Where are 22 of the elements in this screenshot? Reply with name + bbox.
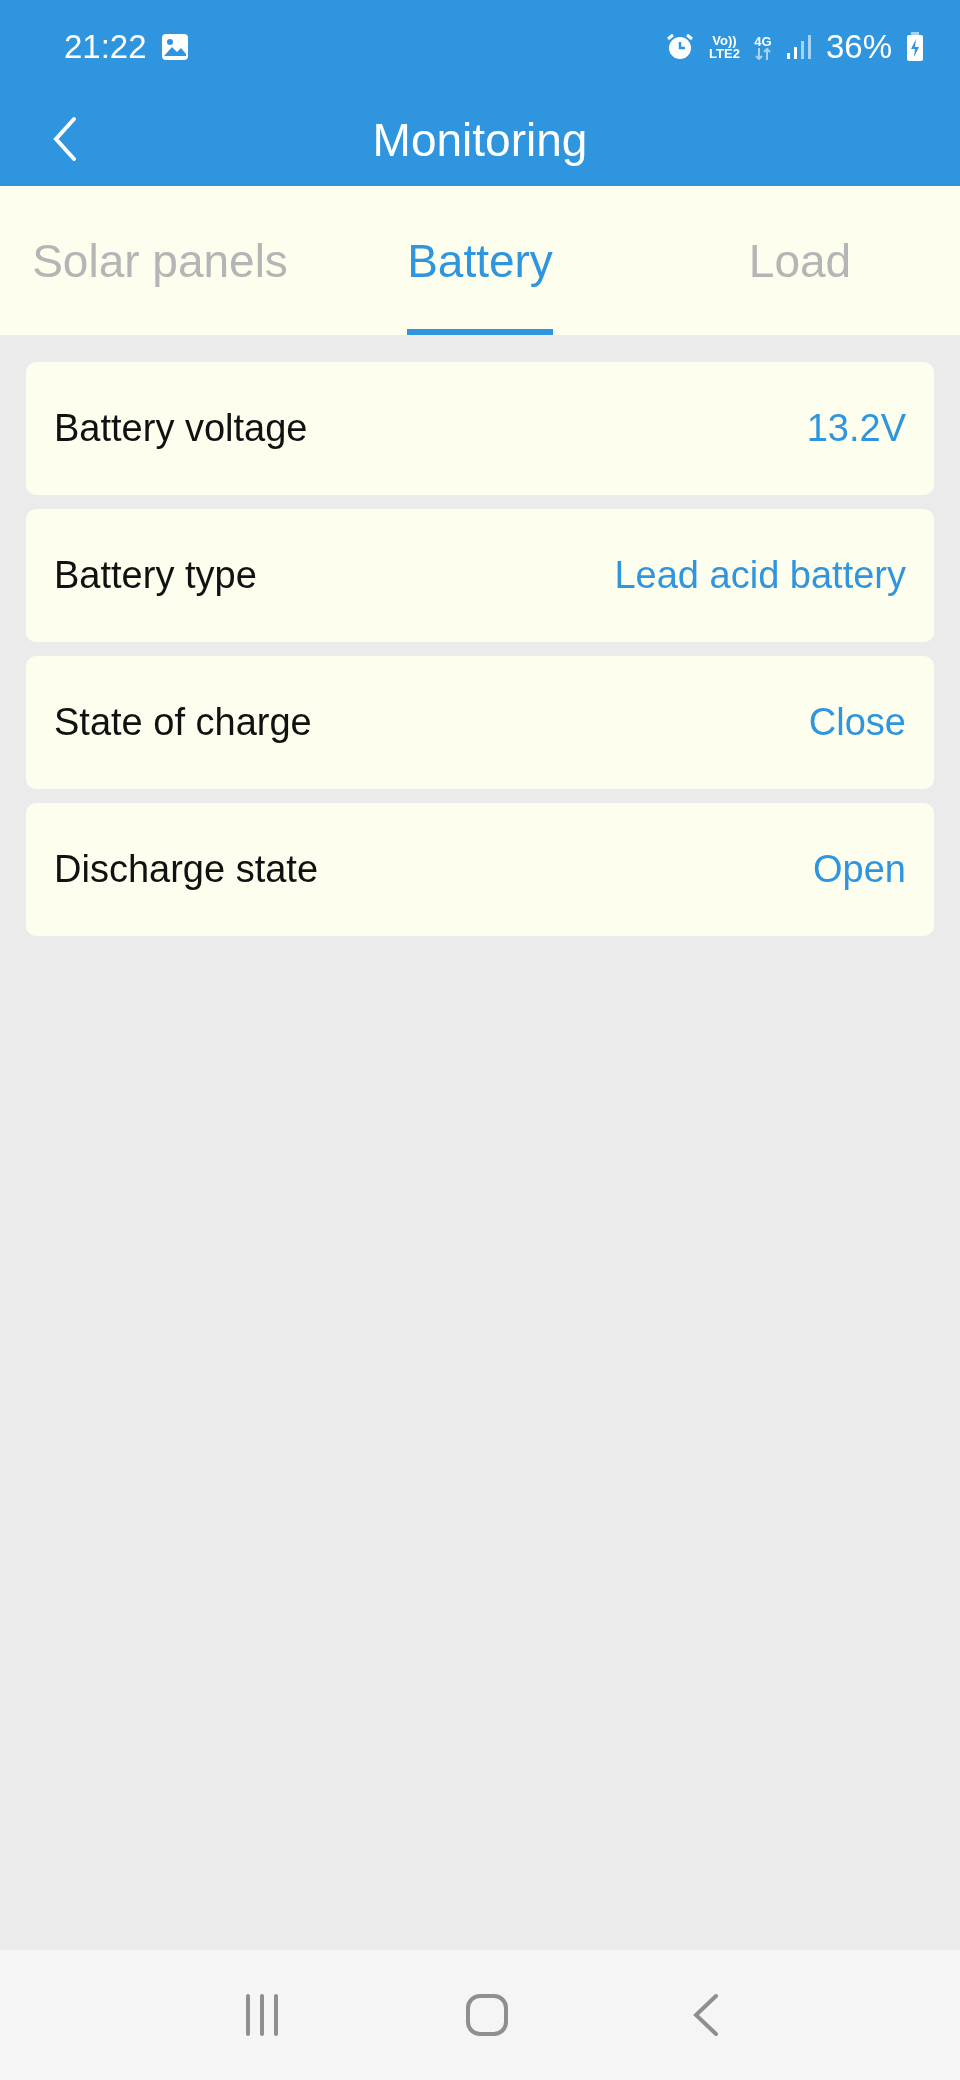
- row-label: State of charge: [54, 701, 312, 744]
- row-value: 13.2V: [806, 407, 906, 450]
- volte-indicator: Vo)) LTE2: [709, 34, 740, 60]
- row-value: Lead acid battery: [614, 554, 906, 597]
- battery-percent: 36%: [825, 28, 892, 66]
- network-indicator: 4G: [753, 34, 772, 60]
- image-icon: [160, 33, 189, 61]
- status-time: 21:22: [64, 28, 147, 66]
- row-value: Open: [813, 848, 906, 891]
- row-label: Battery type: [54, 554, 257, 597]
- tab[interactable]: Solar panels: [32, 186, 288, 335]
- alarm-icon: [665, 32, 696, 62]
- tab[interactable]: Battery: [407, 186, 553, 335]
- row-value: Close: [808, 701, 906, 744]
- back-icon[interactable]: [52, 116, 78, 162]
- row-label: Battery voltage: [54, 407, 308, 450]
- row-label: Discharge state: [54, 848, 318, 891]
- tab[interactable]: Load: [748, 186, 852, 335]
- signal-icon: [785, 34, 812, 60]
- battery-charging-icon: [906, 32, 924, 62]
- screen-title: Monitoring: [372, 113, 588, 167]
- home-icon[interactable]: [465, 1993, 509, 2037]
